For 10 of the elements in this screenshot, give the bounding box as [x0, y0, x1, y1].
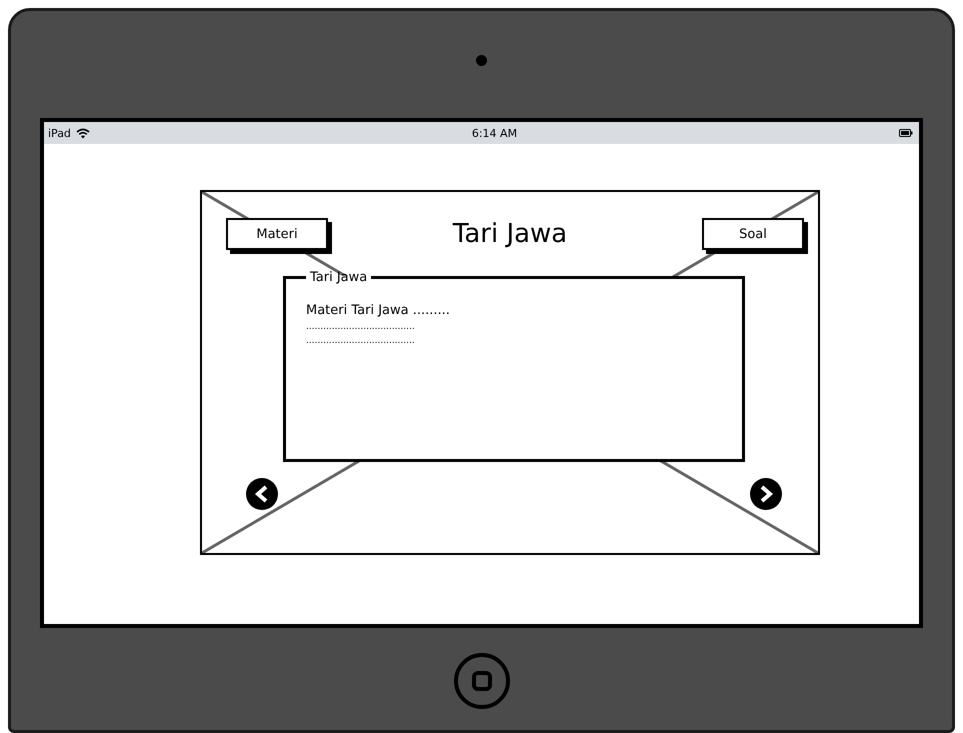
panel-text: Materi Tari Jawa .........	[306, 303, 451, 318]
panel-title: Tari Jawa	[309, 270, 368, 285]
panel-text: ......................................	[306, 322, 416, 332]
page-title: Tari Jawa	[452, 219, 568, 249]
panel-text: ......................................	[306, 336, 416, 346]
wifi-icon	[76, 128, 90, 138]
battery-icon	[898, 129, 913, 137]
camera-dot	[476, 55, 487, 66]
status-time: 6:14 AM	[472, 126, 518, 140]
device-name: iPad	[48, 126, 71, 140]
